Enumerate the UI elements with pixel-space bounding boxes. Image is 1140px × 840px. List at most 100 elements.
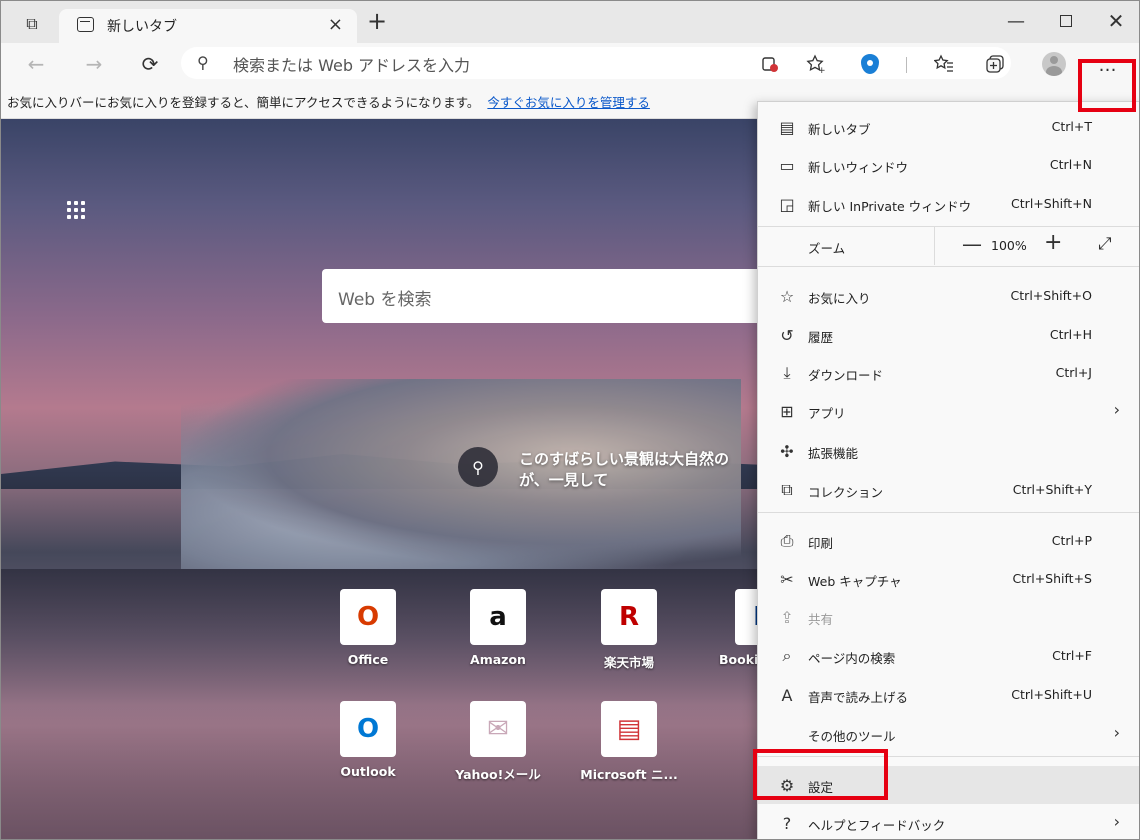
tab-actions-icon[interactable]: ⧉ xyxy=(13,13,51,35)
web-search-box[interactable]: Web を検索 xyxy=(322,269,762,323)
menu-label: お気に入り xyxy=(808,291,871,306)
tile-label: Amazon xyxy=(470,652,526,667)
menu-item-inprivate[interactable]: ◲ 新しい InPrivate ウィンドウ Ctrl+Shift+N xyxy=(758,185,1139,223)
close-window-button[interactable]: ✕ xyxy=(1091,1,1139,41)
forward-button[interactable]: → xyxy=(81,51,107,77)
share-icon: ⇪ xyxy=(780,607,794,627)
tab-new-tab[interactable]: 新しいタブ × xyxy=(59,9,357,43)
collections-icon: ⧉ xyxy=(781,480,793,499)
fullscreen-icon[interactable]: ⤢ xyxy=(1098,234,1112,254)
maximize-button[interactable] xyxy=(1041,1,1091,41)
menu-label: 新しい InPrivate ウィンドウ xyxy=(808,199,972,214)
favorites-icon[interactable] xyxy=(931,51,957,77)
image-search-icon[interactable]: ⚲ xyxy=(458,447,498,487)
quick-link-outlook[interactable]: O Outlook xyxy=(308,701,428,779)
menu-divider xyxy=(758,266,1139,267)
quick-link-yahoo-mail[interactable]: ✉ Yahoo!メール xyxy=(438,701,558,783)
new-tab-button[interactable]: + xyxy=(367,9,387,33)
zoom-out-button[interactable]: — xyxy=(962,232,982,256)
caption-line-1: このすばらしい景観は大自然の xyxy=(519,450,730,468)
tile-label: Yahoo!メール xyxy=(455,767,541,782)
amazon-icon: a xyxy=(470,589,526,645)
annotation-highlight-more-button xyxy=(1078,59,1136,112)
app-launcher-icon[interactable] xyxy=(67,201,89,223)
rakuten-icon: R xyxy=(601,589,657,645)
background-caption[interactable]: このすばらしい景観は大自然の が、一見して xyxy=(519,449,729,491)
browser-window: ⧉ 新しいタブ × + — ✕ ← → ⟳ ⚲ 検索または Web アドレスを入… xyxy=(0,0,1140,840)
svg-text:+: + xyxy=(818,66,826,74)
quick-link-microsoft-news[interactable]: ▤ Microsoft ニ... xyxy=(569,701,689,783)
menu-item-help-feedback[interactable]: ? ヘルプとフィードバック › xyxy=(758,804,1139,839)
menu-item-extensions[interactable]: ✣ 拡張機能 xyxy=(758,432,1139,470)
address-bar[interactable]: ⚲ 検索または Web アドレスを入力 xyxy=(181,47,1011,79)
menu-shortcut: Ctrl+Shift+N xyxy=(1011,196,1092,211)
menu-item-history[interactable]: ↺ 履歴 Ctrl+H xyxy=(758,316,1139,354)
find-icon: ⌕ xyxy=(782,646,792,665)
refresh-button[interactable]: ⟳ xyxy=(137,51,163,77)
quick-link-amazon[interactable]: a Amazon xyxy=(438,589,558,667)
menu-label: その他のツール xyxy=(808,729,896,744)
extension-shield-icon[interactable] xyxy=(857,51,883,77)
extensions-icon: ✣ xyxy=(780,441,794,461)
menu-item-zoom: ズーム — 100% + ⤢ xyxy=(758,227,1139,265)
menu-shortcut: Ctrl+T xyxy=(1051,119,1092,134)
favorites-icon: ☆ xyxy=(779,286,795,306)
menu-label: Web キャプチャ xyxy=(808,574,902,589)
menu-label: コレクション xyxy=(808,485,884,500)
tile-label: 楽天市場 xyxy=(603,655,654,670)
menu-label: アプリ xyxy=(808,406,846,421)
outlook-icon: O xyxy=(340,701,396,757)
tab-title: 新しいタブ xyxy=(107,19,177,35)
quick-link-booking[interactable]: B Booki xyxy=(701,589,761,667)
menu-item-share[interactable]: ⇪ 共有 xyxy=(758,598,1139,636)
menu-label: 印刷 xyxy=(808,536,834,551)
menu-item-downloads[interactable]: ⤓ ダウンロード Ctrl+J xyxy=(758,354,1139,392)
menu-item-web-capture[interactable]: ✂ Web キャプチャ Ctrl+Shift+S xyxy=(758,560,1139,598)
minimize-button[interactable]: — xyxy=(991,1,1041,41)
tab-close-button[interactable]: × xyxy=(328,14,343,35)
annotation-highlight-settings xyxy=(753,749,888,800)
quick-link-rakuten[interactable]: R 楽天市場 xyxy=(569,589,689,671)
menu-item-new-window[interactable]: ▭ 新しいウィンドウ Ctrl+N xyxy=(758,146,1139,184)
maximize-icon xyxy=(1060,15,1072,27)
toolbar-divider xyxy=(906,57,907,73)
office-icon: O xyxy=(340,589,396,645)
address-placeholder: 検索または Web アドレスを入力 xyxy=(233,56,471,75)
zoom-label: ズーム xyxy=(808,241,846,256)
menu-item-new-tab[interactable]: ▤ 新しいタブ Ctrl+T xyxy=(758,108,1139,146)
zoom-in-button[interactable]: + xyxy=(1044,230,1062,255)
add-favorite-icon[interactable]: + xyxy=(803,51,829,77)
menu-item-read-aloud[interactable]: A 音声で読み上げる Ctrl+Shift+U xyxy=(758,676,1139,714)
menu-item-find-on-page[interactable]: ⌕ ページ内の検索 Ctrl+F xyxy=(758,637,1139,675)
app-available-icon[interactable] xyxy=(757,51,783,77)
profile-avatar[interactable] xyxy=(1041,51,1067,77)
menu-shortcut: Ctrl+Shift+Y xyxy=(1012,482,1092,497)
menu-item-print[interactable]: ⎙ 印刷 Ctrl+P xyxy=(758,522,1139,560)
menu-label: 履歴 xyxy=(808,330,834,345)
menu-label: 新しいタブ xyxy=(808,122,871,137)
menu-label: ダウンロード xyxy=(808,368,884,383)
menu-label: ヘルプとフィードバック xyxy=(808,818,946,833)
chevron-right-icon: › xyxy=(1113,812,1120,831)
manage-favorites-link[interactable]: 今すぐお気に入りを管理する xyxy=(487,95,650,110)
menu-shortcut: Ctrl+P xyxy=(1051,533,1092,548)
inprivate-icon: ◲ xyxy=(779,194,795,214)
tile-label: Office xyxy=(347,652,389,667)
menu-shortcut: Ctrl+F xyxy=(1052,648,1092,663)
history-icon: ↺ xyxy=(780,325,794,345)
menu-shortcut: Ctrl+J xyxy=(1055,365,1092,380)
caption-line-2: が、一見して xyxy=(519,471,609,489)
menu-item-more-tools[interactable]: その他のツール › xyxy=(758,715,1139,753)
menu-item-favorites[interactable]: ☆ お気に入り Ctrl+Shift+O xyxy=(758,277,1139,315)
menu-shortcut: Ctrl+N xyxy=(1049,157,1092,172)
tile-label: Booki xyxy=(719,652,759,667)
collections-icon[interactable] xyxy=(982,51,1008,77)
quick-link-office[interactable]: O Office xyxy=(308,589,428,667)
back-button[interactable]: ← xyxy=(23,51,49,77)
menu-item-collections[interactable]: ⧉ コレクション Ctrl+Shift+Y xyxy=(758,471,1139,509)
microsoft-news-icon: ▤ xyxy=(601,701,657,757)
tile-label: Outlook xyxy=(340,764,396,779)
tile-label: Microsoft ニ... xyxy=(580,767,678,782)
menu-item-apps[interactable]: ⊞ アプリ › xyxy=(758,392,1139,430)
tab-favicon-icon xyxy=(77,17,94,32)
